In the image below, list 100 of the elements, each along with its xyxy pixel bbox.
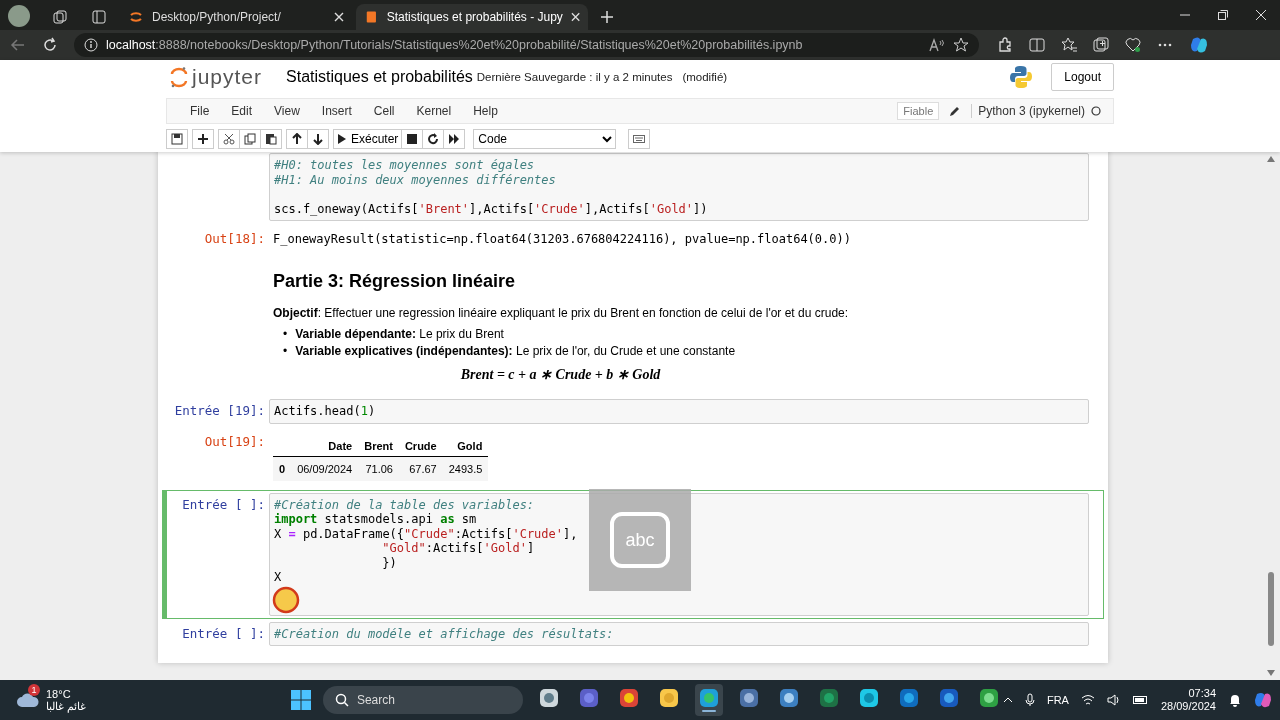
move-up-button[interactable] [286, 129, 308, 149]
restore-icon[interactable] [1218, 10, 1228, 20]
split-screen-icon[interactable] [1029, 37, 1045, 53]
pencil-icon[interactable] [949, 105, 962, 117]
start-icon[interactable] [290, 690, 311, 710]
taskbar-app[interactable] [694, 684, 723, 716]
cut-icon [223, 133, 235, 145]
reload-icon[interactable] [42, 37, 58, 53]
menu-item[interactable]: View [263, 104, 311, 118]
app-icon [858, 688, 879, 708]
address-bar[interactable]: localhost:8888/notebooks/Desktop/Python/Tutorials/Statistiques%20et%20probabilité/Statistiques%20et%20probabilités.ipynb [74, 33, 979, 57]
chevron-up-icon[interactable] [1002, 697, 1013, 703]
tab-actions-icon[interactable] [92, 10, 106, 24]
close-icon[interactable] [570, 12, 580, 22]
heart-pulse-icon[interactable] [1125, 37, 1141, 53]
read-aloud-icon[interactable] [929, 38, 945, 52]
save-icon [171, 133, 183, 145]
stop-button[interactable] [401, 129, 424, 149]
restart-button[interactable] [422, 129, 445, 149]
scrollbar-thumb[interactable] [1268, 572, 1274, 646]
paste-icon [265, 133, 277, 145]
app-icon [898, 688, 919, 708]
collections-icon[interactable] [1093, 37, 1109, 53]
microphone-icon[interactable] [1024, 693, 1035, 707]
cloud-icon[interactable] [16, 691, 40, 709]
code-editor[interactable]: #Création du modéle et affichage des résultats: [269, 621, 1089, 646]
table-cell: 06/09/2024 [291, 456, 359, 481]
trusted-indicator[interactable]: Fiable [897, 102, 940, 120]
restart-icon [427, 133, 440, 145]
notification-bell-icon[interactable] [1228, 693, 1242, 707]
wifi-icon[interactable] [1080, 694, 1095, 706]
scroll-down-icon[interactable] [1267, 670, 1275, 676]
volume-icon[interactable] [1106, 694, 1121, 706]
run-button[interactable]: Exécuter [333, 129, 403, 149]
cell-type-dropdown[interactable]: Code [473, 129, 617, 149]
workspaces-icon[interactable] [52, 9, 68, 25]
close-icon[interactable] [334, 12, 344, 22]
bullet-marker: • [283, 326, 288, 343]
url-text: localhost:8888/notebooks/Desktop/Python/Tutorials/Statistiques%20et%20probabilité/Statistiques%20et%20probabilités.ipynb [106, 38, 804, 52]
code-line: #Création du modéle et affichage des résultats: [274, 626, 614, 641]
notification-badge: 1 [28, 684, 40, 696]
save-button[interactable] [166, 129, 188, 149]
menu-item[interactable]: Insert [310, 104, 363, 118]
stop-icon [406, 133, 419, 145]
info-icon [84, 38, 98, 52]
keyboard-button[interactable] [628, 129, 651, 149]
column-header: Date [291, 435, 359, 456]
fast-forward-button[interactable] [443, 129, 466, 149]
menu-item[interactable]: Kernel [405, 104, 463, 118]
notebook-icon [364, 9, 379, 25]
app-icon [658, 688, 679, 708]
row-index: 0 [273, 456, 292, 481]
scroll-up-icon[interactable] [1267, 156, 1275, 162]
jupyter-logo-icon [170, 66, 188, 88]
code-line: scs.f_oneway(Actifs['Brent'],Actifs['Crude'],Actifs['Gold']) [274, 201, 708, 216]
new-tab-icon[interactable] [600, 10, 614, 24]
move-down-button[interactable] [307, 129, 329, 149]
copy-button[interactable] [239, 129, 261, 149]
clock-time[interactable]: 07:34 [1188, 687, 1216, 700]
notebook-title[interactable]: Statistiques et probabilités [286, 68, 473, 86]
logout-button[interactable]: Logout [1051, 63, 1114, 91]
battery-icon[interactable] [1132, 695, 1149, 705]
output-prompt: Out[19]: [203, 432, 266, 451]
code-cell[interactable]: Entrée [ ]: #Création du modéle et affichage des résultats: [162, 618, 1104, 649]
code-cell[interactable]: #H0: toutes les moyennes sont égales #H1: Au moins deux moyennes différentes scs.f_oneway(Actifs['Brent'],Actifs['Crude'],Actifs['Gold']) [162, 152, 1104, 224]
code-editor[interactable]: Actifs.head(1) [269, 399, 1089, 424]
copy-icon [244, 133, 256, 145]
menu-item[interactable]: File [179, 104, 221, 118]
close-icon[interactable] [1256, 10, 1266, 20]
browser-tab[interactable]: Statistiques et probabilités - Jupy [356, 4, 588, 30]
code-cell[interactable]: Entrée [19]: Actifs.head(1) [162, 396, 1104, 427]
star-icon[interactable] [953, 37, 969, 53]
logo-text: jupyter [192, 65, 263, 89]
extensions-icon[interactable] [997, 37, 1013, 53]
clock-date[interactable]: 28/09/2024 [1160, 700, 1216, 713]
menu-item[interactable]: Cell [362, 104, 406, 118]
copilot-icon[interactable] [1189, 35, 1209, 55]
profile-avatar[interactable] [8, 5, 30, 27]
back-icon[interactable] [10, 37, 26, 53]
menu-item[interactable]: Edit [220, 104, 264, 118]
cut-button[interactable] [218, 129, 240, 149]
paste-button[interactable] [260, 129, 282, 149]
play-icon [337, 133, 347, 145]
search-field[interactable]: Search [322, 686, 523, 714]
menu-item[interactable]: Help [462, 104, 509, 118]
code-editor[interactable]: #H0: toutes les moyennes sont égales #H1: Au moins deux moyennes différentes scs.f_oneway(Actifs['Brent'],Actifs['Crude'],Actifs['Gold']) [269, 153, 1089, 221]
favorites-icon[interactable] [1061, 37, 1077, 53]
code-line: }) [381, 555, 397, 570]
code-line: #Création de la table des variables: [274, 497, 535, 512]
copilot-icon[interactable] [1254, 691, 1272, 709]
add-cell-button[interactable] [192, 129, 214, 149]
app-icon [738, 688, 759, 708]
app-icon [818, 688, 839, 708]
code-line: #H0: toutes les moyennes sont égales [274, 158, 535, 173]
browser-tab[interactable]: Desktop/Python/Project/ [120, 4, 352, 30]
code-line: "Gold":Actifs['Gold'] [381, 541, 535, 556]
bullet-item: Variable explicatives (indépendantes): Le prix de l'or, du Crude et une constante [295, 343, 736, 360]
language-indicator[interactable]: FRA [1046, 694, 1069, 706]
code-line: #H1: Au moins deux moyennes différentes [274, 172, 556, 187]
temperature: 18°C [46, 688, 72, 700]
